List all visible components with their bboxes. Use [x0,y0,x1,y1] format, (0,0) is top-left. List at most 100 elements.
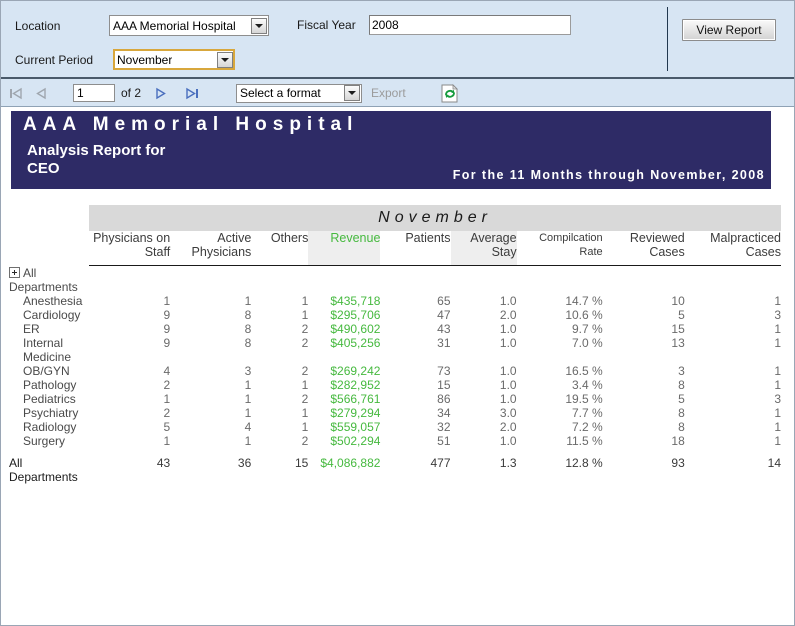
cell-physicians-on-staff: 9 [89,322,170,336]
table-row: Psychiatry211$279,294343.07.7 %81 [1,406,781,420]
cell-malpracticed-cases: 1 [685,294,781,308]
cell-average-stay: 1.0 [451,322,517,336]
cell-active-physicians: 1 [170,378,251,392]
column-header-average-stay[interactable]: Average Stay [451,231,517,266]
export-format-dropdown[interactable]: Select a format [236,79,362,107]
column-header-others[interactable]: Others [251,231,308,266]
column-header-malpracticed-cases[interactable]: Malpracticed Cases [685,231,781,266]
cell-compilcation-rate: 7.2 % [517,420,603,434]
cell-active-physicians: 8 [170,308,251,322]
cell-physicians-on-staff: 9 [89,308,170,322]
cell-physicians-on-staff: 4 [89,364,170,378]
last-page-button[interactable] [185,79,199,107]
export-format-value: Select a format [240,86,321,100]
page-number-field[interactable] [73,79,115,107]
cell-average-stay: 2.0 [451,420,517,434]
cell-malpracticed-cases: 3 [685,308,781,322]
cell-physicians-on-staff: 1 [89,434,170,448]
refresh-button[interactable] [441,79,458,107]
column-header-revenue[interactable]: Revenue [308,231,380,266]
cell-revenue: $405,256 [308,336,380,364]
view-report-button[interactable]: View Report [682,19,776,41]
cell-malpracticed-cases: 1 [685,378,781,392]
export-link-wrap[interactable]: Export [371,79,406,107]
previous-page-icon[interactable] [35,87,47,100]
cell-compilcation-rate: 9.7 % [517,322,603,336]
cell-revenue: $282,952 [308,378,380,392]
cell-others: 1 [251,308,308,322]
page-count-label: of 2 [121,86,141,100]
cell-reviewed-cases: 5 [603,392,685,406]
report-table-foot: All Departments 43 36 15 $4,086,882 477 … [1,456,781,484]
cell-physicians-on-staff: 2 [89,378,170,392]
chevron-down-icon[interactable] [217,52,233,68]
totals-row-label: All Departments [1,456,89,484]
page-count-label-wrap: of 2 [121,79,141,107]
fiscal-year-input[interactable] [369,15,571,35]
cell-compilcation-rate: 14.7 % [517,294,603,308]
totals-patients: 477 [380,456,450,484]
root-row-values [89,266,781,294]
group-header-november: November [89,205,781,231]
table-row-label: Internal Medicine [1,336,89,364]
expand-collapse-icon[interactable] [9,267,20,278]
column-header-active-physicians[interactable]: Active Physicians [170,231,251,266]
cell-reviewed-cases: 15 [603,322,685,336]
cell-average-stay: 1.0 [451,434,517,448]
last-page-icon[interactable] [185,87,199,100]
cell-compilcation-rate: 7.0 % [517,336,603,364]
cell-reviewed-cases: 3 [603,364,685,378]
cell-physicians-on-staff: 9 [89,336,170,364]
cell-average-stay: 1.0 [451,336,517,364]
cell-others: 2 [251,364,308,378]
first-page-button[interactable] [9,79,23,107]
report-table-head: November Physicians on Staff Active Phys… [1,205,781,266]
cell-active-physicians: 1 [170,294,251,308]
table-row-label: Psychiatry [1,406,89,420]
cell-average-stay: 1.0 [451,294,517,308]
column-header-reviewed-cases[interactable]: Reviewed Cases [603,231,685,266]
current-period-field-group: Current Period November [15,49,235,70]
current-period-dropdown[interactable]: November [113,49,235,70]
cell-patients: 86 [380,392,450,406]
cell-reviewed-cases: 8 [603,378,685,392]
cell-revenue: $502,294 [308,434,380,448]
table-row-label: Pathology [1,378,89,392]
column-header-physicians-on-staff[interactable]: Physicians on Staff [89,231,170,266]
root-row-label-cell: All Departments [1,266,89,294]
cell-average-stay: 1.0 [451,392,517,406]
cell-reviewed-cases: 8 [603,406,685,420]
location-dropdown[interactable]: AAA Memorial Hospital [109,15,269,36]
cell-patients: 31 [380,336,450,364]
cell-patients: 34 [380,406,450,420]
cell-average-stay: 2.0 [451,308,517,322]
table-spacer-row [1,448,781,456]
cell-revenue: $490,602 [308,322,380,336]
table-row: ER982$490,602431.09.7 %151 [1,322,781,336]
cell-malpracticed-cases: 3 [685,392,781,406]
cell-revenue: $559,057 [308,420,380,434]
column-header-patients[interactable]: Patients [380,231,450,266]
next-page-icon[interactable] [155,87,167,100]
table-row: Pediatrics112$566,761861.019.5 %53 [1,392,781,406]
cell-malpracticed-cases: 1 [685,336,781,364]
cell-malpracticed-cases: 1 [685,434,781,448]
cell-malpracticed-cases: 1 [685,406,781,420]
previous-page-button[interactable] [35,79,47,107]
export-link[interactable]: Export [371,86,406,100]
page-number-input[interactable] [73,84,115,102]
cell-patients: 47 [380,308,450,322]
chevron-down-icon[interactable] [344,85,360,101]
cell-physicians-on-staff: 2 [89,406,170,420]
cell-compilcation-rate: 10.6 % [517,308,603,322]
cell-others: 1 [251,420,308,434]
cell-malpracticed-cases: 1 [685,364,781,378]
first-page-icon[interactable] [9,87,23,100]
chevron-down-icon[interactable] [251,18,267,34]
column-header-compilcation-rate[interactable]: Compilcation Rate [517,231,603,266]
cell-revenue: $435,718 [308,294,380,308]
refresh-icon[interactable] [441,84,458,103]
next-page-button[interactable] [155,79,167,107]
table-row: Pathology211$282,952151.03.4 %81 [1,378,781,392]
table-row-label: Pediatrics [1,392,89,406]
